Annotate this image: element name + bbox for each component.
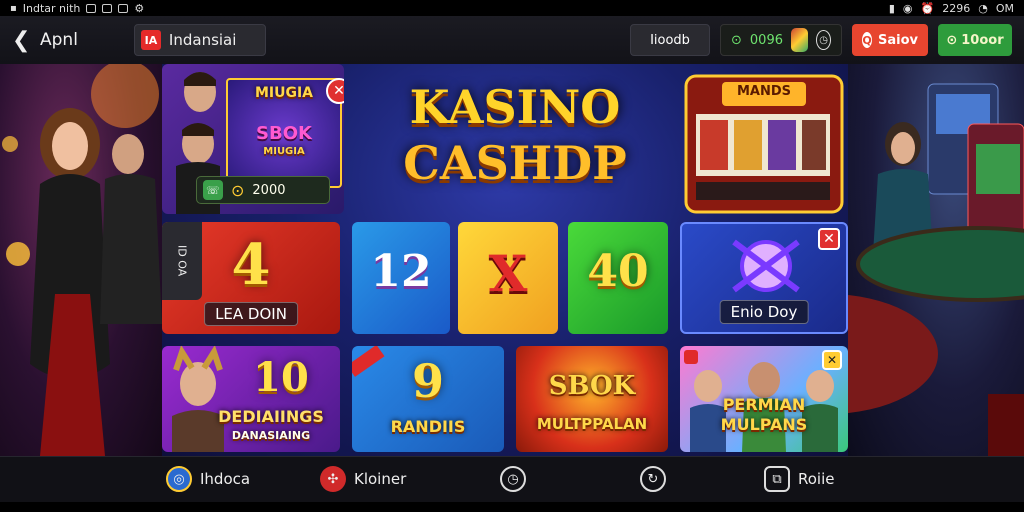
deposit-button[interactable]: ⊙ 10oor [938,24,1012,56]
time-text: 2296 [942,1,971,15]
deposit-button-label: 10oor [961,32,1004,48]
casino-logo: KASINO CASHDP [386,82,644,202]
nav-item-home[interactable]: ◎ Ihdoca [166,466,250,492]
game-sub: MULTPPALAN [536,415,648,433]
app-title: Apnl [40,30,78,50]
main-content: MIUGIA SBOK MIUGIA ✕ ☏ ⊙ 2000 KASINO CAS… [162,64,848,456]
game-tile-bonus[interactable]: ✕ Enio Doy [680,222,848,334]
flag-icon: IA [140,30,161,50]
game-sub: MULPANS [720,415,808,434]
account-button[interactable]: Iioodb [630,24,710,56]
game-card-permian[interactable]: ✕ PERMIAN MULPANS [680,346,848,452]
status-text: Indtar nith [22,1,81,15]
promo-amount: 2000 [252,182,286,198]
logo-line1: KASINO [409,80,621,134]
casino-hostess-illustration [2,64,162,456]
promo-sub: MIUGIA [263,146,305,157]
tile-number: 40 [587,246,649,297]
close-icon[interactable]: ✕ [818,228,840,250]
game-tile-4[interactable]: ID OA 4 LEA DOIN [162,222,340,334]
tile-number: 4 [231,232,271,298]
promo-title: MIUGIA [254,85,314,101]
nav-label: Kloiner [354,470,407,488]
notification-icon [86,3,97,13]
avatar[interactable] [791,28,809,52]
bottom-navigation: ◎ Ihdoca ✣ Kloiner ◷ ↻ ⧉ Roiie [0,456,1024,502]
message-icon [118,3,129,13]
tile-number: 12 [370,246,432,297]
badge-icon [684,350,698,364]
casino-table-illustration [848,83,1024,456]
coin-icon: ⊙ [946,32,958,48]
game-card-randiis[interactable]: 9 RANDIIS [352,346,504,452]
game-tile-12[interactable]: 12 [352,222,450,334]
game-title: SBOK [548,371,636,401]
region-selector[interactable]: IA Indansiai [133,24,266,56]
clock-icon: ◷ [500,466,526,492]
game-sub: DANASIAING [231,429,311,442]
coin-icon: ⊙ [231,180,245,200]
save-button-label: Saiov [878,32,918,48]
status-dot-icon: ▪ [10,2,17,14]
puzzle-icon: ⧉ [764,466,790,492]
promo-amount-pill[interactable]: ☏ ⊙ 2000 [196,176,330,204]
back-arrow-icon[interactable]: ❮ [12,28,34,53]
settings-icon: ⚙ [134,1,145,15]
tile-number: X [488,244,528,303]
game-number: 9 [411,354,444,408]
logo-line2: CASHDP [403,136,627,190]
tile-caption: LEA DOIN [204,302,298,326]
nav-label: Ihdoca [200,470,251,488]
alarm-icon: ⏰ [920,1,935,15]
refresh-icon: ↻ [640,466,666,492]
location-icon: ◉ [902,1,913,15]
background-scene-right [848,64,1024,456]
promo-card[interactable]: MIUGIA SBOK MIUGIA ✕ ☏ ⊙ 2000 [162,64,344,214]
game-number: 10 [253,354,309,401]
nav-item-refresh[interactable]: ↻ [640,466,666,492]
nav-label: Roiie [798,470,835,488]
game-card-sbok[interactable]: SBOK MULTPPALAN [516,346,668,452]
gallery-icon [102,3,113,13]
close-icon[interactable]: ✕ [822,350,842,370]
game-title: DEDIAIINGS [218,407,324,426]
region-label: Indansiai [168,31,237,49]
status-bar: ▪ Indtar nith ⚙ ▮ ◉ ⏰ 2296 ◔ OM [0,0,1024,16]
coin-icon: ⊙ [731,32,742,48]
game-card-dediaiings[interactable]: 10 DEDIAIINGS DANASIAING [162,346,340,452]
game-tile-40[interactable]: 40 [568,222,668,334]
nav-item-casino[interactable]: ✣ Kloiner [320,466,406,492]
roulette-icon: ✣ [320,466,346,492]
gift-icon: ☏ [203,180,223,200]
coin-amount: 0096 [749,32,783,48]
app-bar: ❮ Apnl IA Indansiai Iioodb ⊙ 0096 ◷ Q Sa… [0,16,1024,64]
account-label: Iioodb [650,32,690,48]
screen: ▪ Indtar nith ⚙ ▮ ◉ ⏰ 2296 ◔ OM ❮ Apnl I… [0,0,1024,512]
promo-game-title: SBOK [256,123,312,144]
background-scene-left [0,64,162,456]
nav-item-profile[interactable]: ⧉ Roiie [764,466,835,492]
nav-item-history[interactable]: ◷ [500,466,526,492]
save-button[interactable]: Q Saiov [852,24,928,56]
time-suffix: OM [995,1,1014,15]
search-icon: Q [862,32,872,48]
signal-icon: ▮ [888,1,895,15]
game-tile-x[interactable]: X [458,222,558,334]
game-title: RANDIIS [390,417,466,436]
game-title: PERMIAN [722,395,806,414]
tile-caption: Enio Doy [719,300,809,324]
timer-icon[interactable]: ◷ [816,30,831,50]
slot-label: MANDS [736,84,792,99]
globe-icon: ◎ [166,466,192,492]
promo-game-art[interactable]: MIUGIA SBOK MIUGIA [226,78,342,188]
wifi-icon: ◔ [978,1,988,15]
system-nav-strip [0,502,1024,512]
slot-machine-card[interactable]: MANDS [678,64,848,214]
coin-balance[interactable]: ⊙ 0096 ◷ [720,24,842,56]
